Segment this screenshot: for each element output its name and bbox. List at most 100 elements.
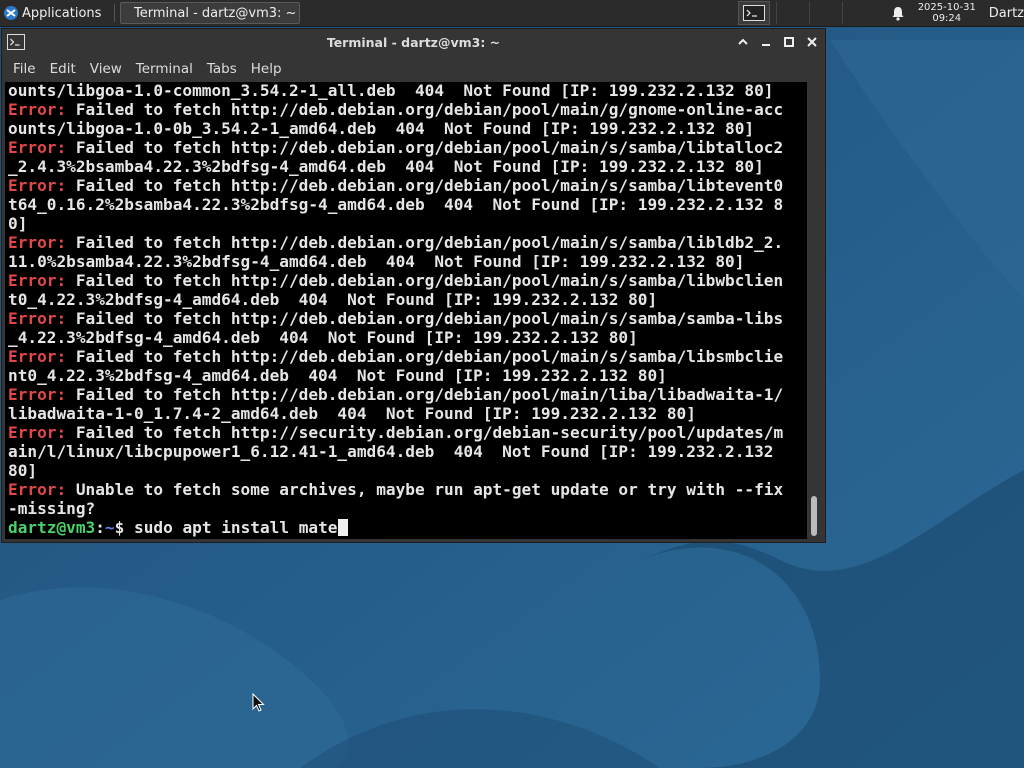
terminal-line: Error: Failed to fetch http://deb.debian… <box>8 347 783 366</box>
window-titlebar[interactable]: Terminal - dartz@vm3: ~ <box>2 29 825 56</box>
terminal-line: Error: Unable to fetch some archives, ma… <box>8 480 783 499</box>
menu-terminal[interactable]: Terminal <box>129 59 200 79</box>
terminal-line: 80] <box>8 461 783 480</box>
error-prefix: Error: <box>8 138 67 157</box>
xfce-logo-icon <box>4 6 18 20</box>
prompt-colon: : <box>95 518 105 537</box>
terminal-line-text: _4.22.3%2bdfsg-4_amd64.deb 404 Not Found… <box>8 328 638 347</box>
terminal-icon <box>742 5 765 21</box>
terminal-line-text: Failed to fetch http://security.debian.o… <box>66 423 784 442</box>
error-prefix: Error: <box>8 100 67 119</box>
bell-icon <box>892 6 904 21</box>
workspace-slot[interactable] <box>841 2 873 24</box>
prompt-path: ~ <box>104 518 115 537</box>
terminal-line: _2.4.3%2bsamba4.22.3%2bdfsg-4_amd64.deb … <box>8 157 783 176</box>
error-prefix: Error: <box>8 176 67 195</box>
terminal-line: _4.22.3%2bdfsg-4_amd64.deb 404 Not Found… <box>8 328 783 347</box>
top-panel: Applications Terminal - dartz@vm3: ~ 202… <box>0 0 1024 27</box>
terminal-line: ounts/libgoa-1.0-common_3.54.2-1_all.deb… <box>8 82 783 100</box>
terminal-line: libadwaita-1-0_1.7.4-2_amd64.deb 404 Not… <box>8 404 783 423</box>
window-title: Terminal - dartz@vm3: ~ <box>326 35 501 50</box>
terminal-line-text: ounts/libgoa-1.0-common_3.54.2-1_all.deb… <box>8 82 774 100</box>
menu-edit[interactable]: Edit <box>43 59 83 79</box>
menu-tabs[interactable]: Tabs <box>200 59 244 79</box>
terminal-line: Error: Failed to fetch http://deb.debian… <box>8 176 783 195</box>
menu-view[interactable]: View <box>83 59 129 79</box>
terminal-line-text: Failed to fetch http://deb.debian.org/de… <box>66 309 784 328</box>
terminal-line-text: libadwaita-1-0_1.7.4-2_amd64.deb 404 Not… <box>8 404 696 423</box>
terminal-line: Error: Failed to fetch http://deb.debian… <box>8 100 783 119</box>
prompt-user: dartz@vm3 <box>8 518 96 537</box>
error-prefix: Error: <box>8 309 67 328</box>
prompt-line[interactable]: dartz@vm3:~$ sudo apt install mate <box>8 518 783 537</box>
terminal-scrollbar[interactable] <box>807 82 821 539</box>
minimize-icon <box>762 44 770 46</box>
taskbar-terminal-label: Terminal - dartz@vm3: ~ <box>134 5 297 21</box>
terminal-line: -missing? <box>8 499 783 518</box>
terminal-menubar: File Edit View Terminal Tabs Help <box>2 56 825 81</box>
terminal-line-text: Failed to fetch http://deb.debian.org/de… <box>66 138 784 157</box>
maximize-button[interactable] <box>782 35 796 49</box>
text-cursor <box>337 519 348 536</box>
workspace-slot[interactable] <box>808 2 840 24</box>
error-prefix: Error: <box>8 385 67 404</box>
error-prefix: Error: <box>8 271 67 290</box>
menu-help[interactable]: Help <box>244 59 289 79</box>
terminal-line-text: Failed to fetch http://deb.debian.org/de… <box>66 233 784 252</box>
chevron-up-icon <box>738 38 748 45</box>
scrollbar-thumb[interactable] <box>811 496 817 536</box>
terminal-line-text: Failed to fetch http://deb.debian.org/de… <box>66 176 784 195</box>
terminal-line: Error: Failed to fetch http://deb.debian… <box>8 309 783 328</box>
terminal-line: Error: Failed to fetch http://security.d… <box>8 423 783 442</box>
terminal-line: 11.0%2bsamba4.22.3%2bdfsg-4_amd64.deb 40… <box>8 252 783 271</box>
window-controls <box>736 35 819 49</box>
terminal-line-text: ain/l/linux/libcpupower1_6.12.41-1_amd64… <box>8 442 774 461</box>
terminal-line-text: 11.0%2bsamba4.22.3%2bdfsg-4_amd64.deb 40… <box>8 252 745 271</box>
terminal-line-text: Failed to fetch http://deb.debian.org/de… <box>66 385 784 404</box>
terminal-line: ain/l/linux/libcpupower1_6.12.41-1_amd64… <box>8 442 783 461</box>
taskbar-terminal-button[interactable]: Terminal - dartz@vm3: ~ <box>120 2 300 24</box>
terminal-line-text: 0] <box>8 214 28 233</box>
terminal-line-text: Unable to fetch some archives, maybe run… <box>66 480 784 499</box>
panel-separator <box>114 4 115 22</box>
error-prefix: Error: <box>8 480 67 499</box>
terminal-line-text: 80] <box>8 461 38 480</box>
terminal-line: Error: Failed to fetch http://deb.debian… <box>8 233 783 252</box>
terminal-line-text: t64_0.16.2%2bsamba4.22.3%2bdfsg-4_amd64.… <box>8 195 784 214</box>
close-icon <box>807 37 817 47</box>
terminal-line-text: _2.4.3%2bsamba4.22.3%2bdfsg-4_amd64.deb … <box>8 157 764 176</box>
terminal-line: 0] <box>8 214 783 233</box>
terminal-icon <box>7 34 25 50</box>
close-button[interactable] <box>805 35 819 49</box>
terminal-line-text: ounts/libgoa-1.0-0b_3.54.2-1_amd64.deb 4… <box>8 119 755 138</box>
minimize-button[interactable] <box>759 35 773 49</box>
terminal-line: ounts/libgoa-1.0-0b_3.54.2-1_amd64.deb 4… <box>8 119 783 138</box>
applications-menu-button[interactable]: Applications <box>0 0 111 26</box>
terminal-output[interactable]: ounts/libgoa-1.0-common_3.54.2-1_all.deb… <box>5 82 809 539</box>
terminal-line-text: -missing? <box>8 499 96 518</box>
menu-file[interactable]: File <box>6 59 43 79</box>
user-menu[interactable]: Dartz <box>989 6 1024 21</box>
workspace-switcher <box>775 2 875 24</box>
error-prefix: Error: <box>8 233 67 252</box>
applications-label: Applications <box>22 5 102 21</box>
command-input[interactable]: sudo apt install mate <box>134 518 337 537</box>
notifications-button[interactable] <box>883 6 913 21</box>
mouse-pointer-icon <box>252 693 265 712</box>
terminal-line-text: Failed to fetch http://deb.debian.org/de… <box>66 271 784 290</box>
panel-clock[interactable]: 2025-10-31 09:24 <box>913 2 981 24</box>
workspace-slot[interactable] <box>775 2 807 24</box>
error-prefix: Error: <box>8 423 67 442</box>
shade-button[interactable] <box>736 35 750 49</box>
error-prefix: Error: <box>8 347 67 366</box>
terminal-line-text: nt0_4.22.3%2bdfsg-4_amd64.deb 404 Not Fo… <box>8 366 667 385</box>
terminal-line: Error: Failed to fetch http://deb.debian… <box>8 138 783 157</box>
workspace-switcher-active[interactable] <box>737 1 770 25</box>
terminal-line-text: t0_4.22.3%2bdfsg-4_amd64.deb 404 Not Fou… <box>8 290 658 309</box>
clock-date: 2025-10-31 <box>917 2 976 13</box>
terminal-line-text: Failed to fetch http://deb.debian.org/de… <box>66 100 784 119</box>
terminal-line: t0_4.22.3%2bdfsg-4_amd64.deb 404 Not Fou… <box>8 290 783 309</box>
terminal-line: nt0_4.22.3%2bdfsg-4_amd64.deb 404 Not Fo… <box>8 366 783 385</box>
clock-time: 09:24 <box>932 13 962 24</box>
terminal-line: Error: Failed to fetch http://deb.debian… <box>8 385 783 404</box>
